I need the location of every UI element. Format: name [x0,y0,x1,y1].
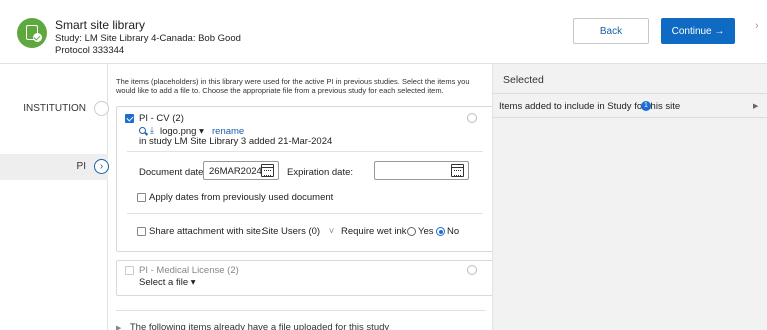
chevron-down-icon: ˅ [328,226,335,237]
apply-dates-label: Apply dates from previously used documen… [149,192,334,203]
uploaded-items-label: The following items already have a file … [129,322,390,330]
study-line: Study: LM Site Library 4-Canada: Bob Goo… [55,33,241,44]
step-institution-label: INSTITUTION [23,103,86,114]
library-items-panel: The items (placeholders) in this library… [108,64,494,330]
item-card-pi-medical-license: PI - Medical License (2) Select a file ▾ [116,260,494,296]
intro-text: The items (placeholders) in this library… [116,77,470,95]
added-text: in study LM Site Library 3 added 21-Mar-… [139,136,333,147]
document-check-icon [17,18,47,48]
header: Smart site library Study: LM Site Librar… [0,0,767,64]
count-badge: 1 [641,101,651,111]
share-attachment-checkbox[interactable] [137,227,146,236]
wet-ink-yes-label: Yes [418,226,434,237]
wet-ink-label: Require wet ink [341,226,407,237]
step-pi-label: PI [76,161,86,172]
select-file-dropdown[interactable]: Select a file ▾ [139,277,196,288]
chevron-right-icon: › [94,159,109,174]
close-icon[interactable]: › [755,20,759,32]
item-status-circle-icon [467,265,477,275]
protocol-line: Protocol 333344 [55,45,125,56]
step-institution-circle-icon [94,101,109,116]
wet-ink-no-label: No [447,226,460,237]
divider [116,310,486,311]
item-card-pi-cv: PI - CV (2) ⤓ logo.png ▾ rename in study… [116,106,494,252]
back-button[interactable]: Back [573,18,649,44]
item-pi-cv-checkbox[interactable] [125,114,134,123]
step-pi[interactable]: PI › [0,154,109,180]
wet-ink-yes-radio[interactable] [407,227,416,236]
wet-ink-no-radio[interactable] [436,227,445,236]
page-title: Smart site library [55,18,146,32]
calendar-icon[interactable] [451,164,464,177]
document-date-label: Document date: [139,167,207,178]
share-users-value: Site Users (0) [262,226,321,237]
share-attachment-label: Share attachment with site: [149,226,264,237]
item-pi-cv-title: PI - CV (2) [139,113,184,124]
item-medical-license-title: PI - Medical License (2) [139,265,239,276]
download-icon[interactable]: ⤓ [150,125,154,136]
chevron-right-icon: ▶ [116,325,122,330]
document-date-value: 26MAR2024 [209,166,262,177]
selected-panel: Selected Items added to include in Study… [492,64,767,330]
select-file-label: Select a file [139,277,189,288]
share-users-dropdown[interactable]: Site Users (0) ˅ [262,226,334,237]
calendar-icon[interactable] [261,164,274,177]
expiration-date-input[interactable] [374,161,469,180]
expiration-date-label: Expiration date: [287,167,354,178]
apply-dates-checkbox[interactable] [137,193,146,202]
continue-button[interactable]: Continue → [661,18,735,44]
chevron-right-icon: ▶ [753,103,759,110]
selected-items-row[interactable]: Items added to include in Study for this… [493,94,767,118]
study-info: Study: LM Site Library 4-Canada: Bob Goo… [55,33,241,57]
divider [127,213,483,214]
selected-panel-title: Selected [503,74,544,86]
selected-items-label: Items added to include in Study for this… [499,101,681,112]
search-icon[interactable] [139,127,146,134]
selected-panel-header: Selected [493,64,767,94]
step-sidebar: INSTITUTION PI › [0,64,109,330]
uploaded-items-toggle[interactable]: ▶ The following items already have a fil… [116,322,389,330]
item-medical-license-checkbox[interactable] [125,266,134,275]
step-institution[interactable]: INSTITUTION [0,96,109,122]
document-date-input[interactable]: 26MAR2024 [203,161,279,180]
divider [127,151,483,152]
chevron-down-icon: ▾ [190,277,196,288]
item-status-circle-icon [467,113,477,123]
